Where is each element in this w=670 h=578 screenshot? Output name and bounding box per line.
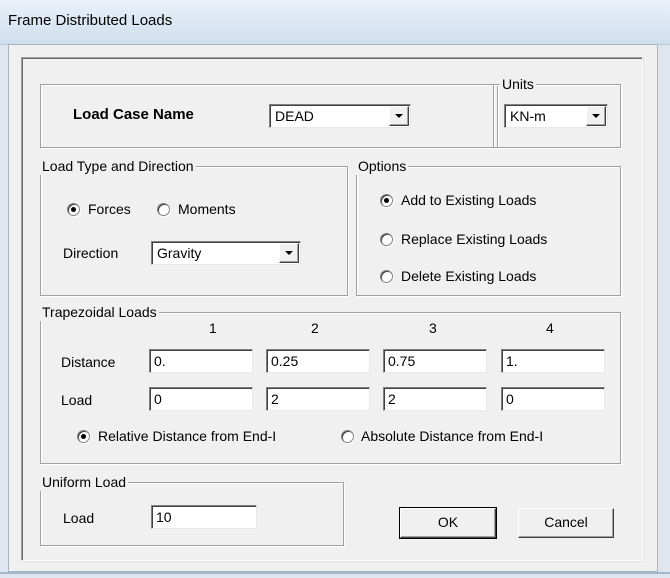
direction-dropdown[interactable]: Gravity <box>151 241 301 265</box>
column-header: 4 <box>546 320 554 336</box>
relative-distance-radio[interactable] <box>77 430 90 443</box>
load-input[interactable]: 0 <box>149 387 253 411</box>
column-header: 2 <box>311 320 319 336</box>
chevron-down-icon[interactable] <box>586 106 606 126</box>
replace-existing-radio[interactable] <box>380 233 393 246</box>
load-type-group: Load Type and Direction Forces Moments D… <box>40 157 348 296</box>
add-existing-radio[interactable] <box>380 194 393 207</box>
distance-input[interactable]: 0. <box>149 349 253 373</box>
absolute-distance-label[interactable]: Absolute Distance from End-I <box>361 427 543 445</box>
replace-existing-label[interactable]: Replace Existing Loads <box>401 230 547 248</box>
forces-radio[interactable] <box>67 203 80 216</box>
moments-radio[interactable] <box>157 203 170 216</box>
ok-button[interactable]: OK <box>399 507 497 539</box>
load-case-box: Load Case Name DEAD <box>40 84 498 148</box>
load-case-dropdown[interactable]: DEAD <box>269 104 411 128</box>
chevron-down-icon[interactable] <box>389 106 409 126</box>
load-input[interactable]: 2 <box>266 387 370 411</box>
distance-input[interactable]: 0.25 <box>266 349 370 373</box>
column-header: 1 <box>209 320 217 336</box>
window-title: Frame Distributed Loads <box>8 12 173 29</box>
column-header: 3 <box>429 320 437 336</box>
load-label: Load <box>61 392 93 408</box>
dialog-frame: Load Case Name DEAD Units KN-m Load Type… <box>21 57 643 561</box>
load-type-legend: Load Type and Direction <box>40 157 196 175</box>
uniform-load-label: Load <box>63 510 95 526</box>
uniform-load-legend: Uniform Load <box>40 473 129 491</box>
options-group: Options Add to Existing Loads Replace Ex… <box>356 157 621 296</box>
absolute-distance-radio[interactable] <box>341 430 354 443</box>
forces-label[interactable]: Forces <box>88 200 131 218</box>
add-existing-label[interactable]: Add to Existing Loads <box>401 191 536 209</box>
units-dropdown[interactable]: KN-m <box>504 104 608 128</box>
background-app-line <box>0 572 670 574</box>
trapezoidal-legend: Trapezoidal Loads <box>40 303 159 321</box>
distance-input[interactable]: 0.75 <box>383 349 487 373</box>
uniform-load-group: Uniform Load Load 10 <box>40 473 344 546</box>
distance-label: Distance <box>61 354 116 370</box>
load-case-label: Load Case Name <box>73 106 194 123</box>
relative-distance-label[interactable]: Relative Distance from End-I <box>98 427 276 445</box>
delete-existing-radio[interactable] <box>380 270 393 283</box>
load-input[interactable]: 2 <box>383 387 487 411</box>
delete-existing-label[interactable]: Delete Existing Loads <box>401 267 536 285</box>
units-group: Units KN-m <box>493 75 621 148</box>
title-bar[interactable]: Frame Distributed Loads <box>0 0 670 45</box>
moments-label[interactable]: Moments <box>178 200 236 218</box>
uniform-load-input[interactable]: 10 <box>151 505 257 529</box>
dialog-body: Load Case Name DEAD Units KN-m Load Type… <box>8 44 658 572</box>
chevron-down-icon[interactable] <box>279 243 299 263</box>
units-legend: Units <box>500 75 536 93</box>
load-input[interactable]: 0 <box>501 387 605 411</box>
direction-label: Direction <box>63 245 119 261</box>
options-legend: Options <box>356 157 409 175</box>
distance-input[interactable]: 1. <box>501 349 605 373</box>
cancel-button[interactable]: Cancel <box>518 508 614 538</box>
trapezoidal-group: Trapezoidal Loads 1 2 3 4 Distance 0. 0.… <box>40 303 621 464</box>
